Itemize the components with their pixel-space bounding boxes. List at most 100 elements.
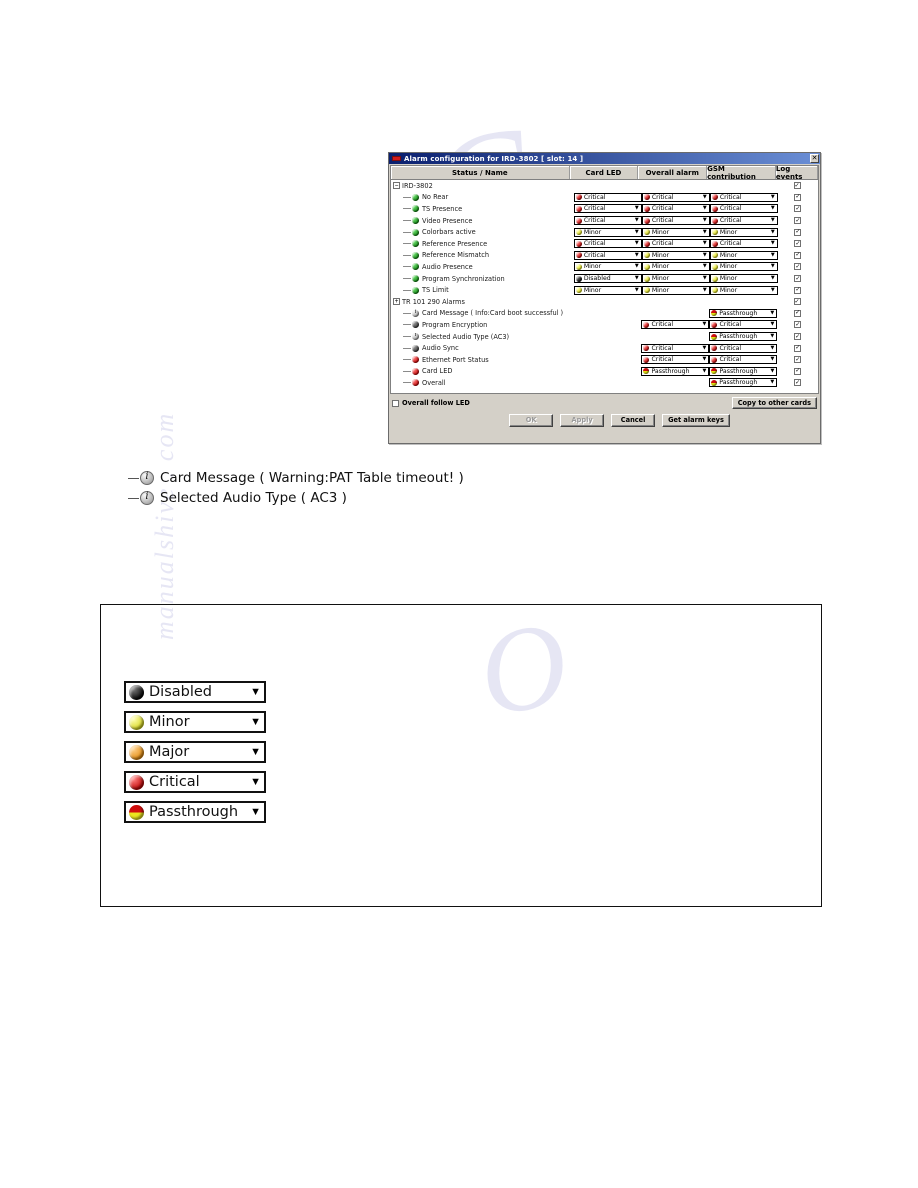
chevron-down-icon[interactable]: ▼	[702, 241, 708, 246]
table-row[interactable]: Colorbars active Minor ▼ Minor ▼ Minor ▼ ✓	[391, 226, 818, 238]
card-led-select[interactable]: Minor ▼	[573, 262, 642, 272]
overall-alarm-select[interactable]: Minor ▼	[641, 262, 710, 272]
chevron-down-icon[interactable]: ▼	[634, 241, 640, 246]
column-header-overall-alarm[interactable]: Overall alarm	[638, 166, 708, 179]
chevron-down-icon[interactable]: ▼	[702, 287, 708, 293]
log-events-checkbox[interactable]: ✓	[794, 228, 802, 236]
severity-select-major[interactable]: Major ▼	[124, 741, 266, 763]
overall-alarm-select[interactable]: Minor ▼	[641, 227, 710, 237]
chevron-down-icon[interactable]: ▼	[702, 194, 708, 200]
overall-alarm-select[interactable]: Critical ▼	[641, 204, 710, 214]
gsm-contribution-select[interactable]: Critical ▼	[709, 320, 778, 330]
chevron-down-icon[interactable]: ▼	[248, 776, 261, 788]
overall-follow-led-checkbox[interactable]	[392, 399, 399, 407]
column-header-gsm-contribution[interactable]: GSM contribution	[707, 166, 776, 181]
overall-alarm-select[interactable]: Critical ▼	[641, 343, 710, 353]
column-header-status-name[interactable]: Status / Name	[391, 166, 570, 179]
table-row[interactable]: Video Presence Critical ▼ Critical ▼ Critical…	[391, 215, 818, 227]
chevron-down-icon[interactable]: ▼	[770, 206, 776, 211]
chevron-down-icon[interactable]: ▼	[770, 218, 776, 223]
gsm-contribution-select[interactable]: Critical ▼	[709, 192, 778, 202]
copy-to-other-cards-button[interactable]: Copy to other cards	[731, 396, 817, 410]
log-events-checkbox[interactable]: ✓	[794, 217, 802, 225]
chevron-down-icon[interactable]: ▼	[702, 252, 708, 258]
gsm-contribution-select[interactable]: Passthrough ▼	[709, 378, 778, 388]
severity-select-passthrough[interactable]: Passthrough ▼	[124, 801, 266, 823]
log-events-checkbox[interactable]: ✓	[794, 263, 802, 271]
overall-alarm-select[interactable]: Minor ▼	[641, 274, 710, 284]
overall-alarm-select[interactable]: Minor ▼	[641, 250, 710, 260]
severity-select-disabled[interactable]: Disabled ▼	[124, 681, 266, 703]
card-led-select[interactable]: Critical ▼	[573, 250, 642, 260]
chevron-down-icon[interactable]: ▼	[248, 716, 261, 728]
chevron-down-icon[interactable]: ▼	[634, 252, 640, 258]
chevron-down-icon[interactable]: ▼	[769, 368, 775, 374]
table-row[interactable]: Program Encryption Critical ▼ Critical ▼ ✓	[391, 319, 818, 331]
chevron-down-icon[interactable]: ▼	[634, 229, 640, 235]
chevron-down-icon[interactable]: ▼	[634, 276, 640, 281]
column-header-log-events[interactable]: Log events	[776, 166, 818, 181]
gsm-contribution-select[interactable]: Critical ▼	[709, 204, 778, 214]
card-led-select[interactable]: Disabled ▼	[573, 274, 642, 284]
chevron-down-icon[interactable]: ▼	[770, 287, 776, 293]
dialog-title-bar[interactable]: Alarm configuration for IRD-3802 [ slot:…	[389, 153, 820, 164]
chevron-down-icon[interactable]: ▼	[769, 322, 775, 327]
table-row[interactable]: Card Message ( Info:Card boot successful…	[391, 308, 818, 320]
card-led-select[interactable]: Minor ▼	[573, 285, 642, 295]
log-events-checkbox[interactable]: ✓	[793, 298, 801, 306]
table-row[interactable]: Ethernet Port Status Critical ▼ Critical ▼ ✓	[391, 354, 818, 366]
gsm-contribution-select[interactable]: Minor ▼	[709, 285, 778, 295]
chevron-down-icon[interactable]: ▼	[770, 229, 776, 235]
log-events-checkbox[interactable]: ✓	[794, 205, 802, 213]
log-events-checkbox[interactable]: ✓	[794, 286, 802, 294]
log-events-checkbox[interactable]: ✓	[793, 182, 801, 190]
expand-icon[interactable]: +	[393, 298, 400, 306]
chevron-down-icon[interactable]: ▼	[702, 218, 708, 223]
log-events-checkbox[interactable]: ✓	[794, 356, 802, 364]
card-led-select[interactable]: Critical ▼	[573, 204, 642, 214]
table-row[interactable]: Audio Presence Minor ▼ Minor ▼ Minor ▼ ✓	[391, 261, 818, 273]
gsm-contribution-select[interactable]: Critical ▼	[709, 355, 778, 365]
gsm-contribution-select[interactable]: Minor ▼	[709, 227, 778, 237]
log-events-checkbox[interactable]: ✓	[794, 379, 802, 387]
table-row[interactable]: Reference Mismatch Critical ▼ Minor ▼ Minor ▼ ✓	[391, 250, 818, 262]
overall-alarm-select[interactable]: Critical ▼	[641, 192, 710, 202]
chevron-down-icon[interactable]: ▼	[701, 345, 707, 351]
chevron-down-icon[interactable]: ▼	[634, 264, 640, 269]
overall-alarm-select[interactable]: Passthrough ▼	[641, 366, 710, 376]
log-events-checkbox[interactable]: ✓	[794, 344, 802, 352]
chevron-down-icon[interactable]: ▼	[770, 252, 776, 258]
overall-alarm-select[interactable]: Critical ▼	[641, 355, 710, 365]
gsm-contribution-select[interactable]: Passthrough ▼	[709, 366, 778, 376]
close-icon[interactable]: ✕	[810, 154, 819, 163]
chevron-down-icon[interactable]: ▼	[701, 368, 707, 374]
chevron-down-icon[interactable]: ▼	[770, 241, 776, 246]
column-header-card-led[interactable]: Card LED	[570, 166, 639, 179]
overall-alarm-select[interactable]: Critical ▼	[641, 216, 710, 226]
log-events-checkbox[interactable]: ✓	[794, 275, 802, 283]
log-events-checkbox[interactable]: ✓	[794, 240, 802, 248]
severity-select-minor[interactable]: Minor ▼	[124, 711, 266, 733]
chevron-down-icon[interactable]: ▼	[248, 686, 261, 698]
chevron-down-icon[interactable]: ▼	[702, 264, 708, 269]
log-events-checkbox[interactable]: ✓	[794, 333, 802, 341]
chevron-down-icon[interactable]: ▼	[248, 806, 261, 818]
ok-button[interactable]: OK	[509, 414, 554, 427]
log-events-checkbox[interactable]: ✓	[794, 193, 802, 201]
table-row[interactable]: Reference Presence Critical ▼ Critical ▼ Crit…	[391, 238, 818, 250]
table-row[interactable]: TS Limit Minor ▼ Minor ▼ Minor ▼ ✓	[391, 284, 818, 296]
apply-button[interactable]: Apply	[560, 414, 605, 427]
chevron-down-icon[interactable]: ▼	[634, 206, 640, 211]
chevron-down-icon[interactable]: ▼	[701, 322, 707, 327]
table-row[interactable]: Overall Passthrough ▼ ✓	[391, 377, 818, 389]
chevron-down-icon[interactable]: ▼	[769, 334, 775, 339]
chevron-down-icon[interactable]: ▼	[770, 264, 776, 269]
table-row[interactable]: No RearCritical▼Critical▼Critical▼✓	[391, 192, 818, 204]
table-row[interactable]: Audio Sync Critical ▼ Critical ▼ ✓	[391, 342, 818, 354]
overall-follow-led-row[interactable]: Overall follow LED	[392, 399, 470, 407]
chevron-down-icon[interactable]: ▼	[770, 276, 776, 281]
gsm-contribution-select[interactable]: Passthrough ▼	[709, 332, 778, 342]
log-events-checkbox[interactable]: ✓	[794, 321, 802, 329]
gsm-contribution-select[interactable]: Minor ▼	[709, 262, 778, 272]
table-row[interactable]: Selected Audio Type (AC3) Passthrough ▼ ✓	[391, 331, 818, 343]
